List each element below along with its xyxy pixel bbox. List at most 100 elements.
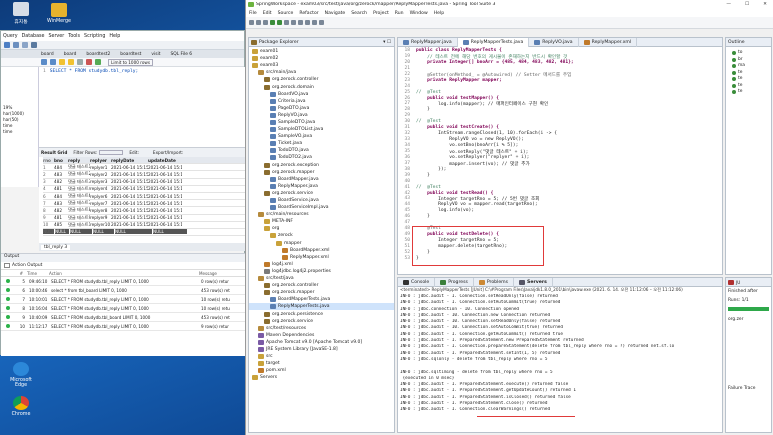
tree-item[interactable]: BoardService.java: [249, 197, 394, 204]
tree-item[interactable]: org.zerock.controller: [249, 76, 394, 83]
menu-project[interactable]: Project: [373, 11, 389, 16]
tree-item[interactable]: BoardVO.java: [249, 91, 394, 98]
save-icon[interactable]: [50, 59, 56, 65]
table-row[interactable]: 3482댓글 테스트3replyer32021-06-14 15:15:4720…: [43, 179, 246, 186]
limit-rows-select[interactable]: Limit to 1000 rows: [108, 58, 154, 66]
tree-item[interactable]: Apache Tomcat v9.0 [Apache Tomcat v9.0]: [249, 339, 394, 346]
maximize-icon[interactable]: ☐: [745, 2, 749, 7]
editor-tab[interactable]: ReplyMapperTests.java: [457, 37, 530, 47]
new-sql-icon[interactable]: [4, 42, 10, 48]
tree-item[interactable]: pom.xml: [249, 367, 394, 374]
console-tab[interactable]: Servers: [514, 277, 553, 287]
tree-item[interactable]: zerock: [249, 232, 394, 239]
menu-search[interactable]: Search: [351, 11, 367, 16]
sql-tab[interactable]: boardtest2: [86, 52, 110, 57]
tree-item[interactable]: BoardServiceImpl.java: [249, 204, 394, 211]
output-row[interactable]: 9 10:40:09 SELECT * FROM studydb.tbl_board…: [1, 313, 246, 322]
tree-item[interactable]: META-INF: [249, 218, 394, 225]
save-icon[interactable]: [256, 20, 261, 25]
desktop-icon-recycle[interactable]: 휴지통: [6, 2, 36, 25]
tree-item[interactable]: Ticket.java: [249, 140, 394, 147]
result-grid-label[interactable]: Result Grid: [41, 150, 67, 155]
tree-item[interactable]: target: [249, 360, 394, 367]
menu-scripting[interactable]: Scripting: [84, 34, 105, 39]
grid-header-cell[interactable]: updateDate: [148, 158, 182, 163]
tree-item[interactable]: src/test/java: [249, 275, 394, 282]
table-row[interactable]: 6484댓글 테스트6replyer62021-06-14 15:15:4720…: [43, 193, 246, 201]
grid-header-cell[interactable]: bno: [54, 158, 68, 163]
menu-help[interactable]: Help: [434, 11, 444, 16]
desktop-icon-edge[interactable]: Microsoft Edge: [6, 362, 36, 388]
grid-header-cell[interactable]: replyDate: [111, 158, 148, 163]
output-row[interactable]: 7 10:10:01 SELECT * FROM studydb.tbl_reply…: [1, 295, 246, 304]
outline-tab[interactable]: Outline: [726, 38, 771, 47]
tree-item[interactable]: exam03: [249, 62, 394, 69]
tree-item[interactable]: ReplyMapper.xml: [249, 254, 394, 261]
menu-query[interactable]: Query: [3, 34, 18, 39]
tree-item[interactable]: TodoDTO2.java: [249, 154, 394, 161]
menu-refactor[interactable]: Refactor: [299, 11, 318, 16]
filter-rows-input[interactable]: [99, 150, 124, 155]
package-explorer-tab[interactable]: Package Explorer ▾ ☐: [249, 38, 394, 47]
forward-icon[interactable]: [319, 20, 324, 25]
new-icon[interactable]: [249, 20, 254, 25]
view-menu-icon[interactable]: ▾ ☐: [383, 40, 391, 45]
tree-item[interactable]: src/test/resources: [249, 325, 394, 332]
outline-item[interactable]: te: [732, 89, 771, 96]
menu-navigate[interactable]: Navigate: [325, 11, 346, 16]
tree-item[interactable]: org.zerock.persistence: [249, 310, 394, 317]
explain-icon[interactable]: [77, 59, 83, 65]
stop-icon[interactable]: [86, 59, 92, 65]
tree-item[interactable]: log4j.xml: [249, 261, 394, 268]
back-icon[interactable]: [312, 20, 317, 25]
output-row[interactable]: 10 11:12:17 SELECT * FROM studydb.tbl_repl…: [1, 322, 246, 331]
tree-item[interactable]: PageDTO.java: [249, 105, 394, 112]
menu-server[interactable]: Server: [48, 34, 64, 39]
sql-tab[interactable]: boardtest: [120, 52, 141, 57]
open-type-icon[interactable]: [298, 20, 303, 25]
sql-tab[interactable]: board: [41, 52, 54, 57]
tree-item[interactable]: ReplyMapper.java: [249, 183, 394, 190]
run-icon[interactable]: [277, 20, 282, 25]
tree-item[interactable]: Criteria.java: [249, 98, 394, 105]
sql-editor[interactable]: 1 SELECT * FROM studydb.tbl_reply;: [39, 67, 246, 147]
table-icon[interactable]: [31, 42, 37, 48]
tree-item[interactable]: org: [249, 225, 394, 232]
tree-item[interactable]: Maven Dependencies: [249, 332, 394, 339]
search-icon[interactable]: [291, 20, 296, 25]
tree-item[interactable]: JRE System Library [JavaSE-1.8]: [249, 346, 394, 353]
execute-icon[interactable]: [59, 59, 65, 65]
console-tab[interactable]: Progress: [435, 277, 474, 287]
tree-item[interactable]: org.zerock.mapper: [249, 289, 394, 296]
execute-current-icon[interactable]: [68, 59, 74, 65]
editor-tab[interactable]: ReplyMapper.xml: [579, 37, 638, 47]
menu-database[interactable]: Database: [22, 34, 45, 39]
tree-item[interactable]: BoardMapperTests.java: [249, 296, 394, 303]
sql-tab[interactable]: board: [64, 52, 77, 57]
tree-item[interactable]: BoardMapper.java: [249, 176, 394, 183]
table-row[interactable]: 4481댓글 테스트4replyer42021-06-14 15:15:4720…: [43, 186, 246, 193]
table-row[interactable]: 8482댓글 테스트8replyer82021-06-14 15:15:4720…: [43, 207, 246, 215]
menu-tools[interactable]: Tools: [68, 34, 80, 39]
tree-item[interactable]: ReplyMapperTests.java: [249, 303, 394, 311]
minimize-icon[interactable]: —: [726, 2, 731, 7]
table-row[interactable]: NULL NULL NULL NULL NULL NULL: [43, 229, 246, 237]
result-tab[interactable]: tbl_reply 3: [41, 244, 71, 250]
open-file-icon[interactable]: [41, 59, 47, 65]
close-icon[interactable]: ✕: [763, 2, 767, 7]
menu-source[interactable]: Source: [278, 11, 294, 16]
table-row[interactable]: 1484댓글 테스트1replyer12021-06-14 15:15:4720…: [43, 164, 246, 172]
menu-file[interactable]: File: [249, 11, 257, 16]
tree-item[interactable]: src: [249, 353, 394, 360]
tree-item[interactable]: org.zerock.exception: [249, 162, 394, 169]
tree-item[interactable]: org.zerock.domain: [249, 83, 394, 90]
table-row[interactable]: 7483댓글 테스트7replyer72021-06-14 15:15:4720…: [43, 200, 246, 208]
menu-window[interactable]: Window: [410, 11, 428, 16]
open-sql-icon[interactable]: [13, 42, 19, 48]
tree-item[interactable]: log4jdbc.log4j2.properties: [249, 268, 394, 275]
tree-item[interactable]: org.zerock.service: [249, 318, 394, 325]
tree-item[interactable]: org.zerock.mapper: [249, 169, 394, 176]
action-output-select[interactable]: Action Output: [1, 262, 246, 270]
tree-item[interactable]: src/main/java: [249, 69, 394, 76]
menu-run[interactable]: Run: [395, 11, 404, 16]
